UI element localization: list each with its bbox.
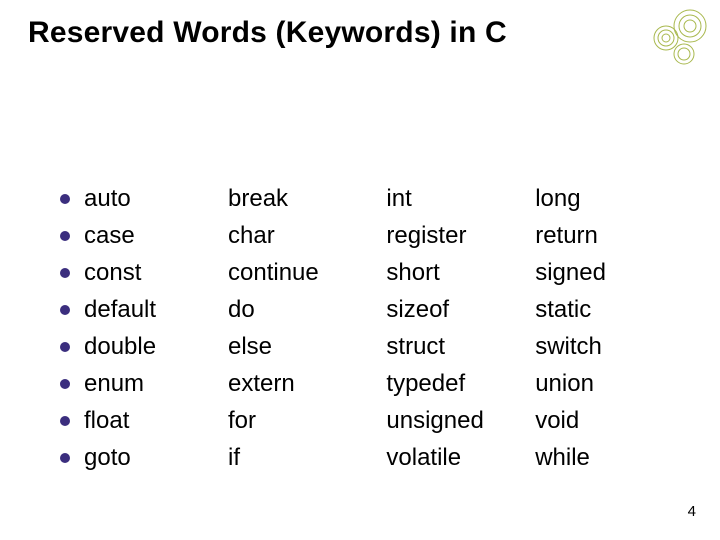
list-item: break: [228, 180, 386, 217]
list-item: enum: [60, 365, 228, 402]
keyword: default: [84, 291, 156, 328]
column-3: int register short sizeof struct typedef…: [386, 180, 535, 476]
bullet-icon: [60, 231, 70, 241]
list-item: typedef: [386, 365, 535, 402]
keyword: char: [228, 217, 275, 254]
list-item: while: [535, 439, 660, 476]
bullet-icon: [60, 194, 70, 204]
keyword: goto: [84, 439, 131, 476]
list-item: void: [535, 402, 660, 439]
list-item: return: [535, 217, 660, 254]
keyword: return: [535, 217, 598, 254]
list-item: float: [60, 402, 228, 439]
list-item: signed: [535, 254, 660, 291]
keyword: struct: [386, 328, 445, 365]
list-item: case: [60, 217, 228, 254]
keyword: static: [535, 291, 591, 328]
page-title: Reserved Words (Keywords) in C: [28, 16, 507, 50]
keyword: double: [84, 328, 156, 365]
bullet-icon: [60, 379, 70, 389]
list-item: register: [386, 217, 535, 254]
bullet-icon: [60, 268, 70, 278]
keyword: register: [386, 217, 466, 254]
list-item: else: [228, 328, 386, 365]
list-item: unsigned: [386, 402, 535, 439]
corner-decoration-icon: [644, 8, 708, 72]
list-item: const: [60, 254, 228, 291]
list-item: do: [228, 291, 386, 328]
list-item: double: [60, 328, 228, 365]
keyword: else: [228, 328, 272, 365]
keyword: sizeof: [386, 291, 449, 328]
list-item: continue: [228, 254, 386, 291]
list-item: volatile: [386, 439, 535, 476]
list-item: default: [60, 291, 228, 328]
keyword: continue: [228, 254, 319, 291]
keyword: long: [535, 180, 580, 217]
list-item: for: [228, 402, 386, 439]
keyword: while: [535, 439, 590, 476]
page-number: 4: [688, 503, 696, 520]
keyword: case: [84, 217, 135, 254]
keyword: for: [228, 402, 256, 439]
keyword: typedef: [386, 365, 465, 402]
keyword: if: [228, 439, 240, 476]
list-item: union: [535, 365, 660, 402]
list-item: extern: [228, 365, 386, 402]
bullet-icon: [60, 416, 70, 426]
keyword-columns: auto case const default double enum floa…: [60, 180, 660, 476]
list-item: static: [535, 291, 660, 328]
keyword: volatile: [386, 439, 461, 476]
bullet-icon: [60, 342, 70, 352]
slide: Reserved Words (Keywords) in C auto case…: [0, 0, 720, 540]
keyword: float: [84, 402, 129, 439]
list-item: int: [386, 180, 535, 217]
keyword: switch: [535, 328, 602, 365]
list-item: long: [535, 180, 660, 217]
list-item: if: [228, 439, 386, 476]
keyword: extern: [228, 365, 295, 402]
column-2: break char continue do else extern for i…: [228, 180, 386, 476]
keyword: short: [386, 254, 439, 291]
keyword: void: [535, 402, 579, 439]
column-4: long return signed static switch union v…: [535, 180, 660, 476]
keyword: const: [84, 254, 141, 291]
bullet-icon: [60, 453, 70, 463]
keyword: do: [228, 291, 255, 328]
keyword: auto: [84, 180, 131, 217]
keyword: break: [228, 180, 288, 217]
list-item: goto: [60, 439, 228, 476]
keyword: unsigned: [386, 402, 483, 439]
bullet-icon: [60, 305, 70, 315]
list-item: short: [386, 254, 535, 291]
list-item: char: [228, 217, 386, 254]
keyword: int: [386, 180, 411, 217]
column-1: auto case const default double enum floa…: [60, 180, 228, 476]
list-item: struct: [386, 328, 535, 365]
list-item: auto: [60, 180, 228, 217]
list-item: sizeof: [386, 291, 535, 328]
keyword: signed: [535, 254, 606, 291]
list-item: switch: [535, 328, 660, 365]
keyword: enum: [84, 365, 144, 402]
keyword: union: [535, 365, 594, 402]
